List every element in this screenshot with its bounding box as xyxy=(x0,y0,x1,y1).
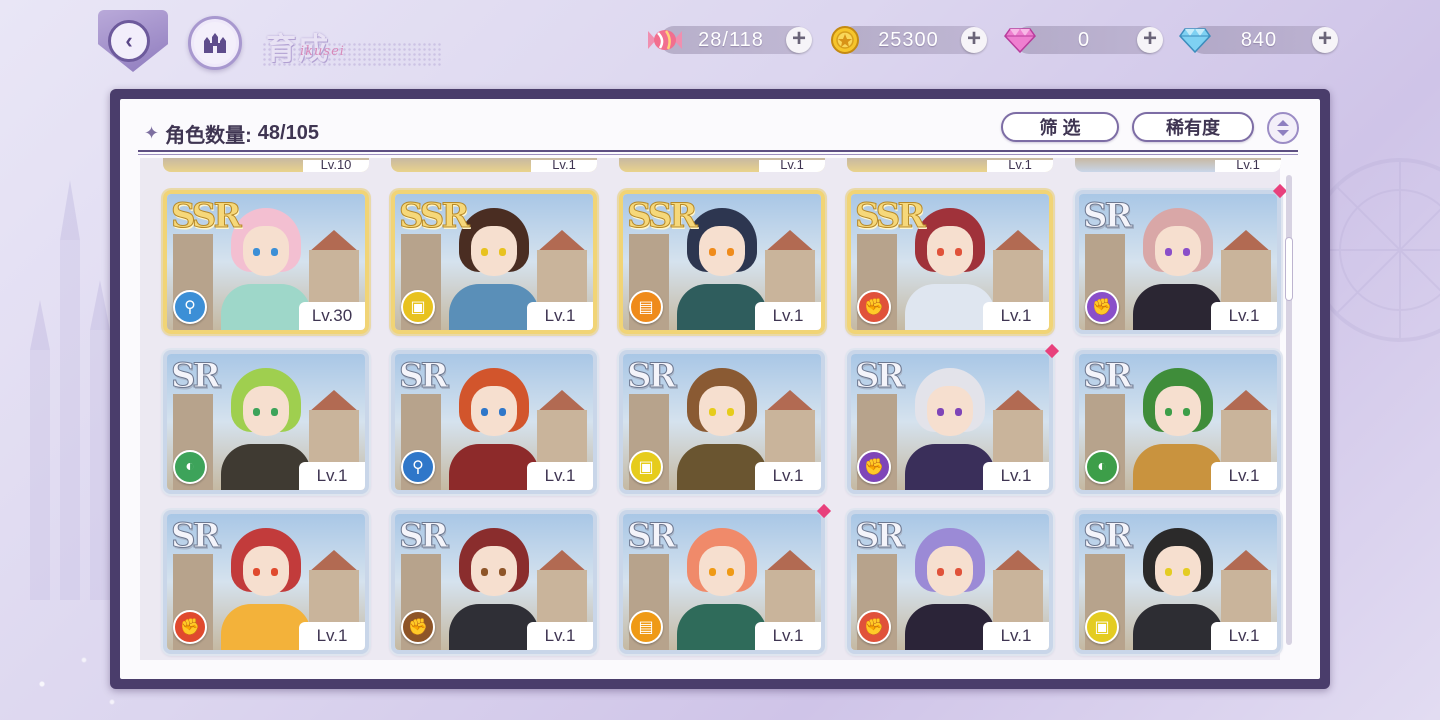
character-card[interactable]: SR ✊ Lv.1 xyxy=(847,350,1053,494)
character-count: ✦ 角色数量: 48/105 xyxy=(144,119,319,148)
element-icon: ✊ xyxy=(173,610,207,644)
sort-rarity-button[interactable]: 稀有度 xyxy=(1132,112,1254,142)
card-level: Lv.1 xyxy=(527,462,593,490)
header-divider xyxy=(138,150,1298,152)
currency-gold: 25300 + xyxy=(831,26,987,54)
rarity-label: SR xyxy=(171,356,222,397)
blue-gem-add-button[interactable]: + xyxy=(1312,27,1338,53)
character-card[interactable]: SR ▤ Lv.1 xyxy=(619,510,825,654)
character-card[interactable]: SR ◐ Lv.1 xyxy=(163,350,369,494)
character-card[interactable]: SR ▣ Lv.1 xyxy=(619,350,825,494)
element-icon: ◐ xyxy=(1085,450,1119,484)
rarity-label: SSR xyxy=(855,196,927,237)
rarity-label: SSR xyxy=(627,196,699,237)
gold-coin-icon xyxy=(826,21,864,59)
partial-card-level: Lv.10 xyxy=(303,160,369,172)
castle-home-icon xyxy=(204,33,226,53)
card-level: Lv.1 xyxy=(299,462,365,490)
rarity-label: SR xyxy=(1083,356,1134,397)
rarity-label: SR xyxy=(1083,196,1134,237)
element-icon: ▣ xyxy=(629,450,663,484)
header-divider-thin xyxy=(138,154,1298,155)
blue-diamond-icon xyxy=(1176,21,1214,59)
element-icon: ▤ xyxy=(629,290,663,324)
card-level: Lv.1 xyxy=(983,302,1049,330)
rarity-label: SSR xyxy=(399,196,471,237)
currency-candy: 28/118 + xyxy=(648,26,812,54)
partial-card[interactable]: Lv.1 xyxy=(1075,158,1281,172)
home-button[interactable] xyxy=(188,16,242,70)
element-icon: ▣ xyxy=(1085,610,1119,644)
partial-card[interactable]: Lv.1 xyxy=(391,158,597,172)
character-card[interactable]: SSR ▤ Lv.1 xyxy=(619,190,825,334)
character-card[interactable]: SR ▣ Lv.1 xyxy=(1075,510,1281,654)
element-icon: ◐ xyxy=(173,450,207,484)
pink-diamond-icon xyxy=(1001,21,1039,59)
element-icon: ✊ xyxy=(401,610,435,644)
character-card[interactable]: SSR ⚲ Lv.30 xyxy=(163,190,369,334)
character-card[interactable]: SR ⚲ Lv.1 xyxy=(391,350,597,494)
partial-card[interactable]: Lv.10 xyxy=(163,158,369,172)
partial-card[interactable]: Lv.1 xyxy=(619,158,825,172)
gold-add-button[interactable]: + xyxy=(961,27,987,53)
element-icon: ✊ xyxy=(857,290,891,324)
card-level: Lv.1 xyxy=(299,622,365,650)
element-icon: ▤ xyxy=(629,610,663,644)
card-level: Lv.1 xyxy=(1211,302,1277,330)
rarity-label: SR xyxy=(627,516,678,557)
card-level: Lv.1 xyxy=(983,622,1049,650)
scrollbar-thumb[interactable] xyxy=(1286,238,1292,300)
sparkle-icon: ✦ xyxy=(144,123,160,143)
partial-card[interactable]: Lv.1 xyxy=(847,158,1053,172)
back-arrow-icon: ‹ xyxy=(108,20,150,62)
rarity-label: SSR xyxy=(171,196,243,237)
currency-blue-gem: 840 + xyxy=(1179,26,1338,54)
candy-icon xyxy=(646,21,684,59)
rarity-label: SR xyxy=(855,516,906,557)
card-level: Lv.1 xyxy=(1211,462,1277,490)
card-level: Lv.1 xyxy=(755,302,821,330)
character-card[interactable]: SR ✊ Lv.1 xyxy=(391,510,597,654)
card-level: Lv.1 xyxy=(527,622,593,650)
partial-card-level: Lv.1 xyxy=(759,160,825,172)
card-level: Lv.1 xyxy=(755,462,821,490)
element-icon: ✊ xyxy=(857,610,891,644)
element-icon: ⚲ xyxy=(173,290,207,324)
candy-add-button[interactable]: + xyxy=(786,27,812,53)
card-level: Lv.1 xyxy=(527,302,593,330)
character-count-label: 角色数量: xyxy=(165,125,252,147)
element-icon: ⚲ xyxy=(401,450,435,484)
card-level: Lv.1 xyxy=(983,462,1049,490)
character-card[interactable]: SR ◐ Lv.1 xyxy=(1075,350,1281,494)
rarity-label: SR xyxy=(399,356,450,397)
card-level: Lv.30 xyxy=(299,302,365,330)
character-card[interactable]: SSR ▣ Lv.1 xyxy=(391,190,597,334)
partial-card-level: Lv.1 xyxy=(1215,160,1281,172)
character-card[interactable]: SR ✊ Lv.1 xyxy=(1075,190,1281,334)
character-card[interactable]: SR ✊ Lv.1 xyxy=(847,510,1053,654)
rarity-label: SR xyxy=(855,356,906,397)
filter-button[interactable]: 筛 选 xyxy=(1001,112,1119,142)
rarity-label: SR xyxy=(1083,516,1134,557)
element-icon: ✊ xyxy=(1085,290,1119,324)
character-card[interactable]: SSR ✊ Lv.1 xyxy=(847,190,1053,334)
character-card[interactable]: SR ✊ Lv.1 xyxy=(163,510,369,654)
rarity-label: SR xyxy=(171,516,222,557)
page-title-script: ikusei xyxy=(300,44,345,59)
element-icon: ✊ xyxy=(857,450,891,484)
character-count-value: 48/105 xyxy=(257,122,319,144)
partial-card-level: Lv.1 xyxy=(531,160,597,172)
card-level: Lv.1 xyxy=(755,622,821,650)
rarity-label: SR xyxy=(399,516,450,557)
back-button[interactable]: ‹ xyxy=(98,10,168,72)
rarity-label: SR xyxy=(627,356,678,397)
card-level: Lv.1 xyxy=(1211,622,1277,650)
sort-toggle-icon xyxy=(1277,120,1289,136)
sort-order-button[interactable] xyxy=(1267,112,1299,144)
currency-pink-gem: 0 + xyxy=(1004,26,1163,54)
partial-card-level: Lv.1 xyxy=(987,160,1053,172)
pink-gem-add-button[interactable]: + xyxy=(1137,27,1163,53)
background-castle xyxy=(30,180,110,600)
element-icon: ▣ xyxy=(401,290,435,324)
